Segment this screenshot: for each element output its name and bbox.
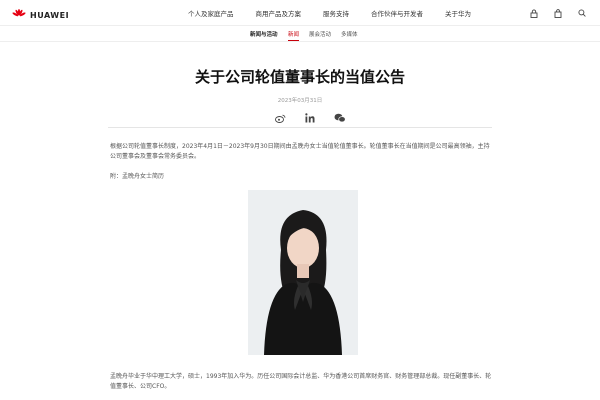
- lock-icon[interactable]: [528, 7, 540, 19]
- nav-icons: [528, 7, 588, 19]
- subnav-link-news[interactable]: 新闻: [288, 30, 300, 41]
- nav-item-support[interactable]: 服务支持: [323, 8, 349, 18]
- article-paragraph-bio: 孟晚舟毕业于华中理工大学，硕士，1993年加入华为。历任公司国际会计总监、华为香…: [110, 373, 492, 390]
- article-date: 2023年03月31日: [277, 98, 323, 104]
- article-paragraph-intro: 根据公司轮值董事长制度，2023年4月1日－2023年9月30日期间由孟晚舟女士…: [110, 143, 490, 160]
- page: HUAWEI 个人及家庭产品 商用产品及方案 服务支持 合作伙伴与开发者 关于华…: [0, 0, 600, 400]
- article-paragraph-attachment: 附：孟晚舟女士简历: [110, 173, 165, 180]
- share-icons: [274, 112, 346, 124]
- top-nav: HUAWEI 个人及家庭产品 商用产品及方案 服务支持 合作伙伴与开发者 关于华…: [0, 0, 600, 26]
- weibo-icon[interactable]: [274, 112, 286, 124]
- portrait-photo: [248, 190, 358, 355]
- brand-logo[interactable]: HUAWEI: [12, 6, 69, 25]
- nav-item-personal-products[interactable]: 个人及家庭产品: [188, 8, 234, 18]
- nav-item-about[interactable]: 关于华为: [445, 8, 471, 18]
- sub-nav: 新闻与活动 新闻 展会活动 多媒体: [0, 26, 600, 42]
- subnav-link-multimedia[interactable]: 多媒体: [341, 30, 358, 41]
- main-nav: 个人及家庭产品 商用产品及方案 服务支持 合作伙伴与开发者 关于华为: [188, 8, 471, 18]
- subnav-title[interactable]: 新闻与活动: [250, 30, 278, 38]
- article-title: 关于公司轮值董事长的当值公告: [194, 68, 405, 86]
- search-icon[interactable]: [576, 7, 588, 19]
- brand-name: HUAWEI: [30, 11, 70, 20]
- bag-icon[interactable]: [552, 7, 564, 19]
- linkedin-icon[interactable]: [304, 112, 316, 124]
- share-bar: [108, 106, 492, 128]
- nav-item-enterprise-products[interactable]: 商用产品及方案: [256, 8, 302, 18]
- subnav-links: 新闻 展会活动 多媒体: [288, 30, 358, 41]
- subnav-link-events[interactable]: 展会活动: [309, 30, 331, 41]
- nav-item-partners[interactable]: 合作伙伴与开发者: [371, 8, 423, 18]
- huawei-logo-icon: [12, 6, 26, 25]
- wechat-icon[interactable]: [334, 112, 346, 124]
